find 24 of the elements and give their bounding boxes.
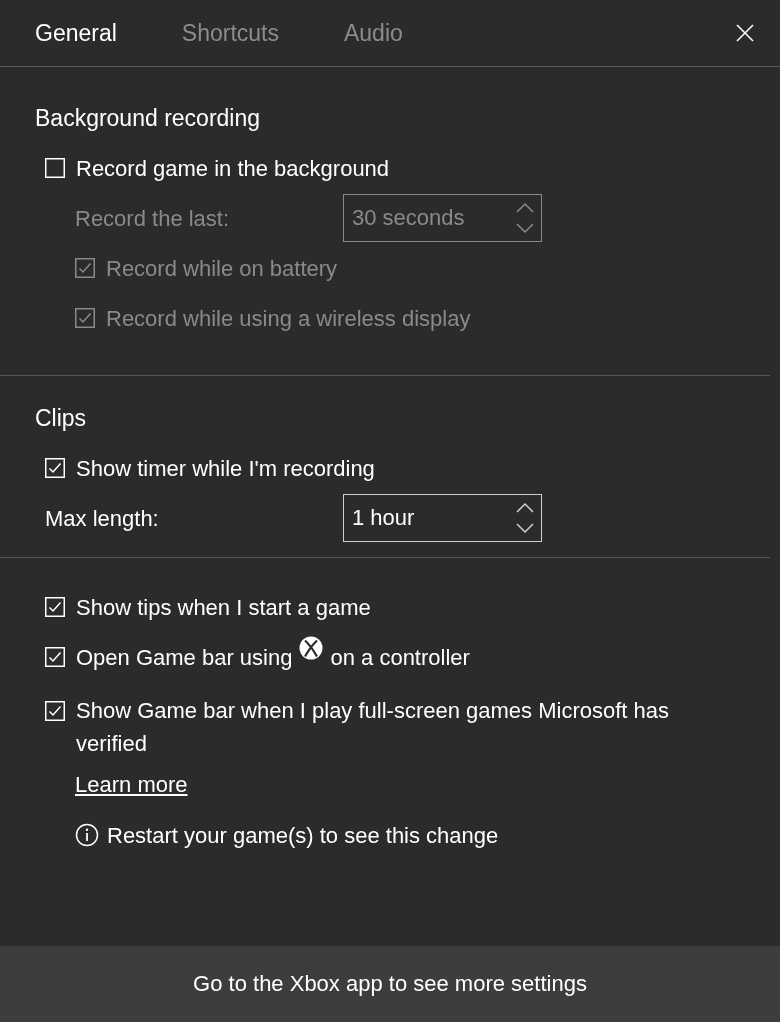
spin-field[interactable]: 1 hour [343,494,542,542]
tab[interactable]: Audio [344,19,403,47]
xbox-logo-icon [299,636,324,660]
learn-more-link[interactable]: Learn more [75,772,188,798]
field-label: Record the last: [75,204,230,233]
close-icon[interactable] [736,24,754,42]
checkbox-label: Record game in the background [76,154,390,183]
tab[interactable]: Shortcuts [181,19,279,47]
tab[interactable]: General [35,19,117,47]
info-note: Restart your game(s) to see this change [107,821,499,850]
up-down-chevron-icon [515,500,535,536]
checkbox-label: Show timer while I'm recording [76,454,375,483]
checkbox-label: Show Game bar when I play full-screen games Microsoft has verified [76,697,671,758]
info-icon [75,823,99,847]
field-label: Max length: [45,504,159,533]
checkbox-label: Show tips when I start a game [76,593,371,622]
checkbox-label: on a controller [330,643,470,672]
checkbox-label: Record while using a wireless display [106,304,471,333]
section-heading: Clips [35,403,88,433]
up-down-chevron-icon [515,200,535,236]
checkbox-label: Record while on battery [106,254,338,283]
checkbox-label: Open Game bar using [76,643,293,672]
xbox-app-button[interactable]: Go to the Xbox app to see more settings [0,946,780,1022]
section-heading: Background recording [35,103,262,133]
